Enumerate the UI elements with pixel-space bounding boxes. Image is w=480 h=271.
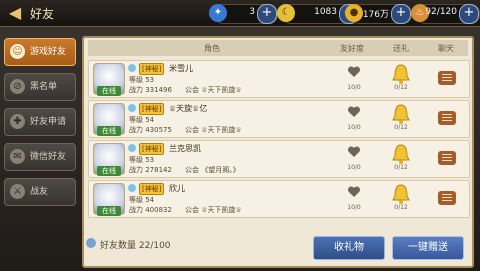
badge-icon	[128, 104, 136, 112]
top-bar: ◀ 好友 ✦ 3 + ☾ 1083 + ● 176万 + ♨ 92/120 +	[0, 0, 480, 27]
online-badge: 在线	[97, 86, 121, 96]
player-power: 战力 400832	[129, 206, 172, 214]
vip-badge: [神秘]	[139, 63, 165, 75]
avatar[interactable]: 在线	[93, 143, 125, 176]
friend-count-icon	[86, 238, 96, 248]
player-power: 战力 331496	[129, 86, 172, 94]
crystal-icon: ✦	[209, 4, 227, 22]
receive-gifts-button[interactable]: 收礼物	[313, 236, 385, 260]
chat-icon[interactable]	[438, 191, 456, 205]
add-crystal-button[interactable]: +	[257, 4, 277, 24]
heart-icon	[347, 66, 361, 77]
gift-count: 0/12	[394, 164, 408, 171]
chat-icon[interactable]	[438, 151, 456, 165]
coin-icon: ●	[345, 4, 363, 22]
header-favor: 友好度	[340, 44, 364, 53]
chat-icon[interactable]	[438, 71, 456, 85]
gift-bell-icon[interactable]	[391, 63, 411, 85]
friends-panel: 角色 友好度 送礼 聊天 在线 [神秘] 米雪儿 等级 53 战力 331496…	[82, 36, 474, 268]
friends-icon: ☺	[10, 44, 25, 59]
player-guild: 公会 ♕天下凯旋♕	[185, 206, 242, 214]
send-all-gifts-button[interactable]: 一键赠送	[392, 236, 464, 260]
crystal-resource: ✦ 3 +	[209, 4, 278, 24]
table-row[interactable]: 在线 [神秘] 米雪儿 等级 53 战力 331496 公会 ♕天下凯旋♕ 10…	[88, 60, 470, 98]
table-row[interactable]: 在线 [神秘] 欣儿 等级 54 战力 400832 公会 ♕天下凯旋♕ 10/…	[88, 180, 470, 218]
add-stamina-button[interactable]: +	[459, 4, 479, 24]
table-header: 角色 友好度 送礼 聊天	[88, 40, 468, 56]
heart-icon	[347, 106, 361, 117]
player-name: 欣儿	[169, 184, 185, 193]
favor-value: 10/0	[347, 124, 361, 131]
player-guild: 公会 《望月阁。》	[185, 166, 240, 174]
sidebar-item-blacklist[interactable]: ⊘ 黑名单	[4, 73, 76, 101]
header-gift: 送礼	[393, 44, 409, 53]
chat-icon[interactable]	[438, 111, 456, 125]
player-name: 兰克思凯	[169, 144, 201, 153]
heart-icon	[347, 146, 361, 157]
wechat-icon: ✉	[10, 149, 25, 164]
sword-icon: ⚔	[10, 184, 25, 199]
table-row[interactable]: 在线 [神秘] 兰克思凯 等级 53 战力 278142 公会 《望月阁。》 1…	[88, 140, 470, 178]
back-arrow-icon[interactable]: ◀	[6, 4, 24, 22]
badge-icon	[128, 184, 136, 192]
add-coin-button[interactable]: +	[391, 4, 411, 24]
player-name: 米雪儿	[169, 64, 193, 73]
avatar[interactable]: 在线	[93, 103, 125, 136]
sidebar: ☺ 游戏好友 ⊘ 黑名单 ✚ 好友申请 ✉ 微信好友 ⚔ 战友	[4, 38, 76, 213]
sidebar-item-comrades[interactable]: ⚔ 战友	[4, 178, 76, 206]
table-row[interactable]: 在线 [神秘] ♕天旋♕亿 等级 54 战力 430575 公会 ♕天下凯旋♕ …	[88, 100, 470, 138]
sidebar-item-game-friends[interactable]: ☺ 游戏好友	[4, 38, 76, 66]
gift-count: 0/12	[394, 204, 408, 211]
online-badge: 在线	[97, 206, 121, 216]
player-power: 战力 430575	[129, 126, 172, 134]
coin-resource: ● 176万 +	[345, 4, 412, 24]
gift-bell-icon[interactable]	[391, 183, 411, 205]
player-level: 等级 54	[129, 116, 155, 124]
gift-count: 0/12	[394, 124, 408, 131]
vip-badge: [神秘]	[139, 143, 165, 155]
sidebar-item-friend-requests[interactable]: ✚ 好友申请	[4, 108, 76, 136]
vip-badge: [神秘]	[139, 183, 165, 195]
player-name: ♕天旋♕亿	[169, 104, 208, 113]
stamina-resource: ♨ 92/120 +	[411, 4, 480, 24]
page-title: 好友	[30, 7, 55, 21]
online-badge: 在线	[97, 166, 121, 176]
moon-icon: ☾	[277, 4, 295, 22]
badge-icon	[128, 144, 136, 152]
header-role: 角色	[204, 44, 220, 53]
sidebar-item-wechat-friends[interactable]: ✉ 微信好友	[4, 143, 76, 171]
header-chat: 聊天	[438, 44, 454, 53]
block-icon: ⊘	[10, 79, 25, 94]
gift-bell-icon[interactable]	[391, 103, 411, 125]
player-guild: 公会 ♕天下凯旋♕	[185, 86, 242, 94]
online-badge: 在线	[97, 126, 121, 136]
gift-count: 0/12	[394, 84, 408, 91]
favor-value: 10/0	[347, 204, 361, 211]
player-power: 战力 278142	[129, 166, 172, 174]
badge-icon	[128, 64, 136, 72]
favor-value: 10/0	[347, 84, 361, 91]
heart-icon	[347, 186, 361, 197]
add-friend-icon: ✚	[10, 114, 25, 129]
avatar[interactable]: 在线	[93, 63, 125, 96]
avatar[interactable]: 在线	[93, 183, 125, 216]
favor-value: 10/0	[347, 164, 361, 171]
player-guild: 公会 ♕天下凯旋♕	[185, 126, 242, 134]
player-level: 等级 53	[129, 156, 155, 164]
player-level: 等级 54	[129, 196, 155, 204]
player-level: 等级 53	[129, 76, 155, 84]
gift-bell-icon[interactable]	[391, 143, 411, 165]
vip-badge: [神秘]	[139, 103, 165, 115]
friend-count: 好友数量 22/100	[100, 241, 171, 251]
